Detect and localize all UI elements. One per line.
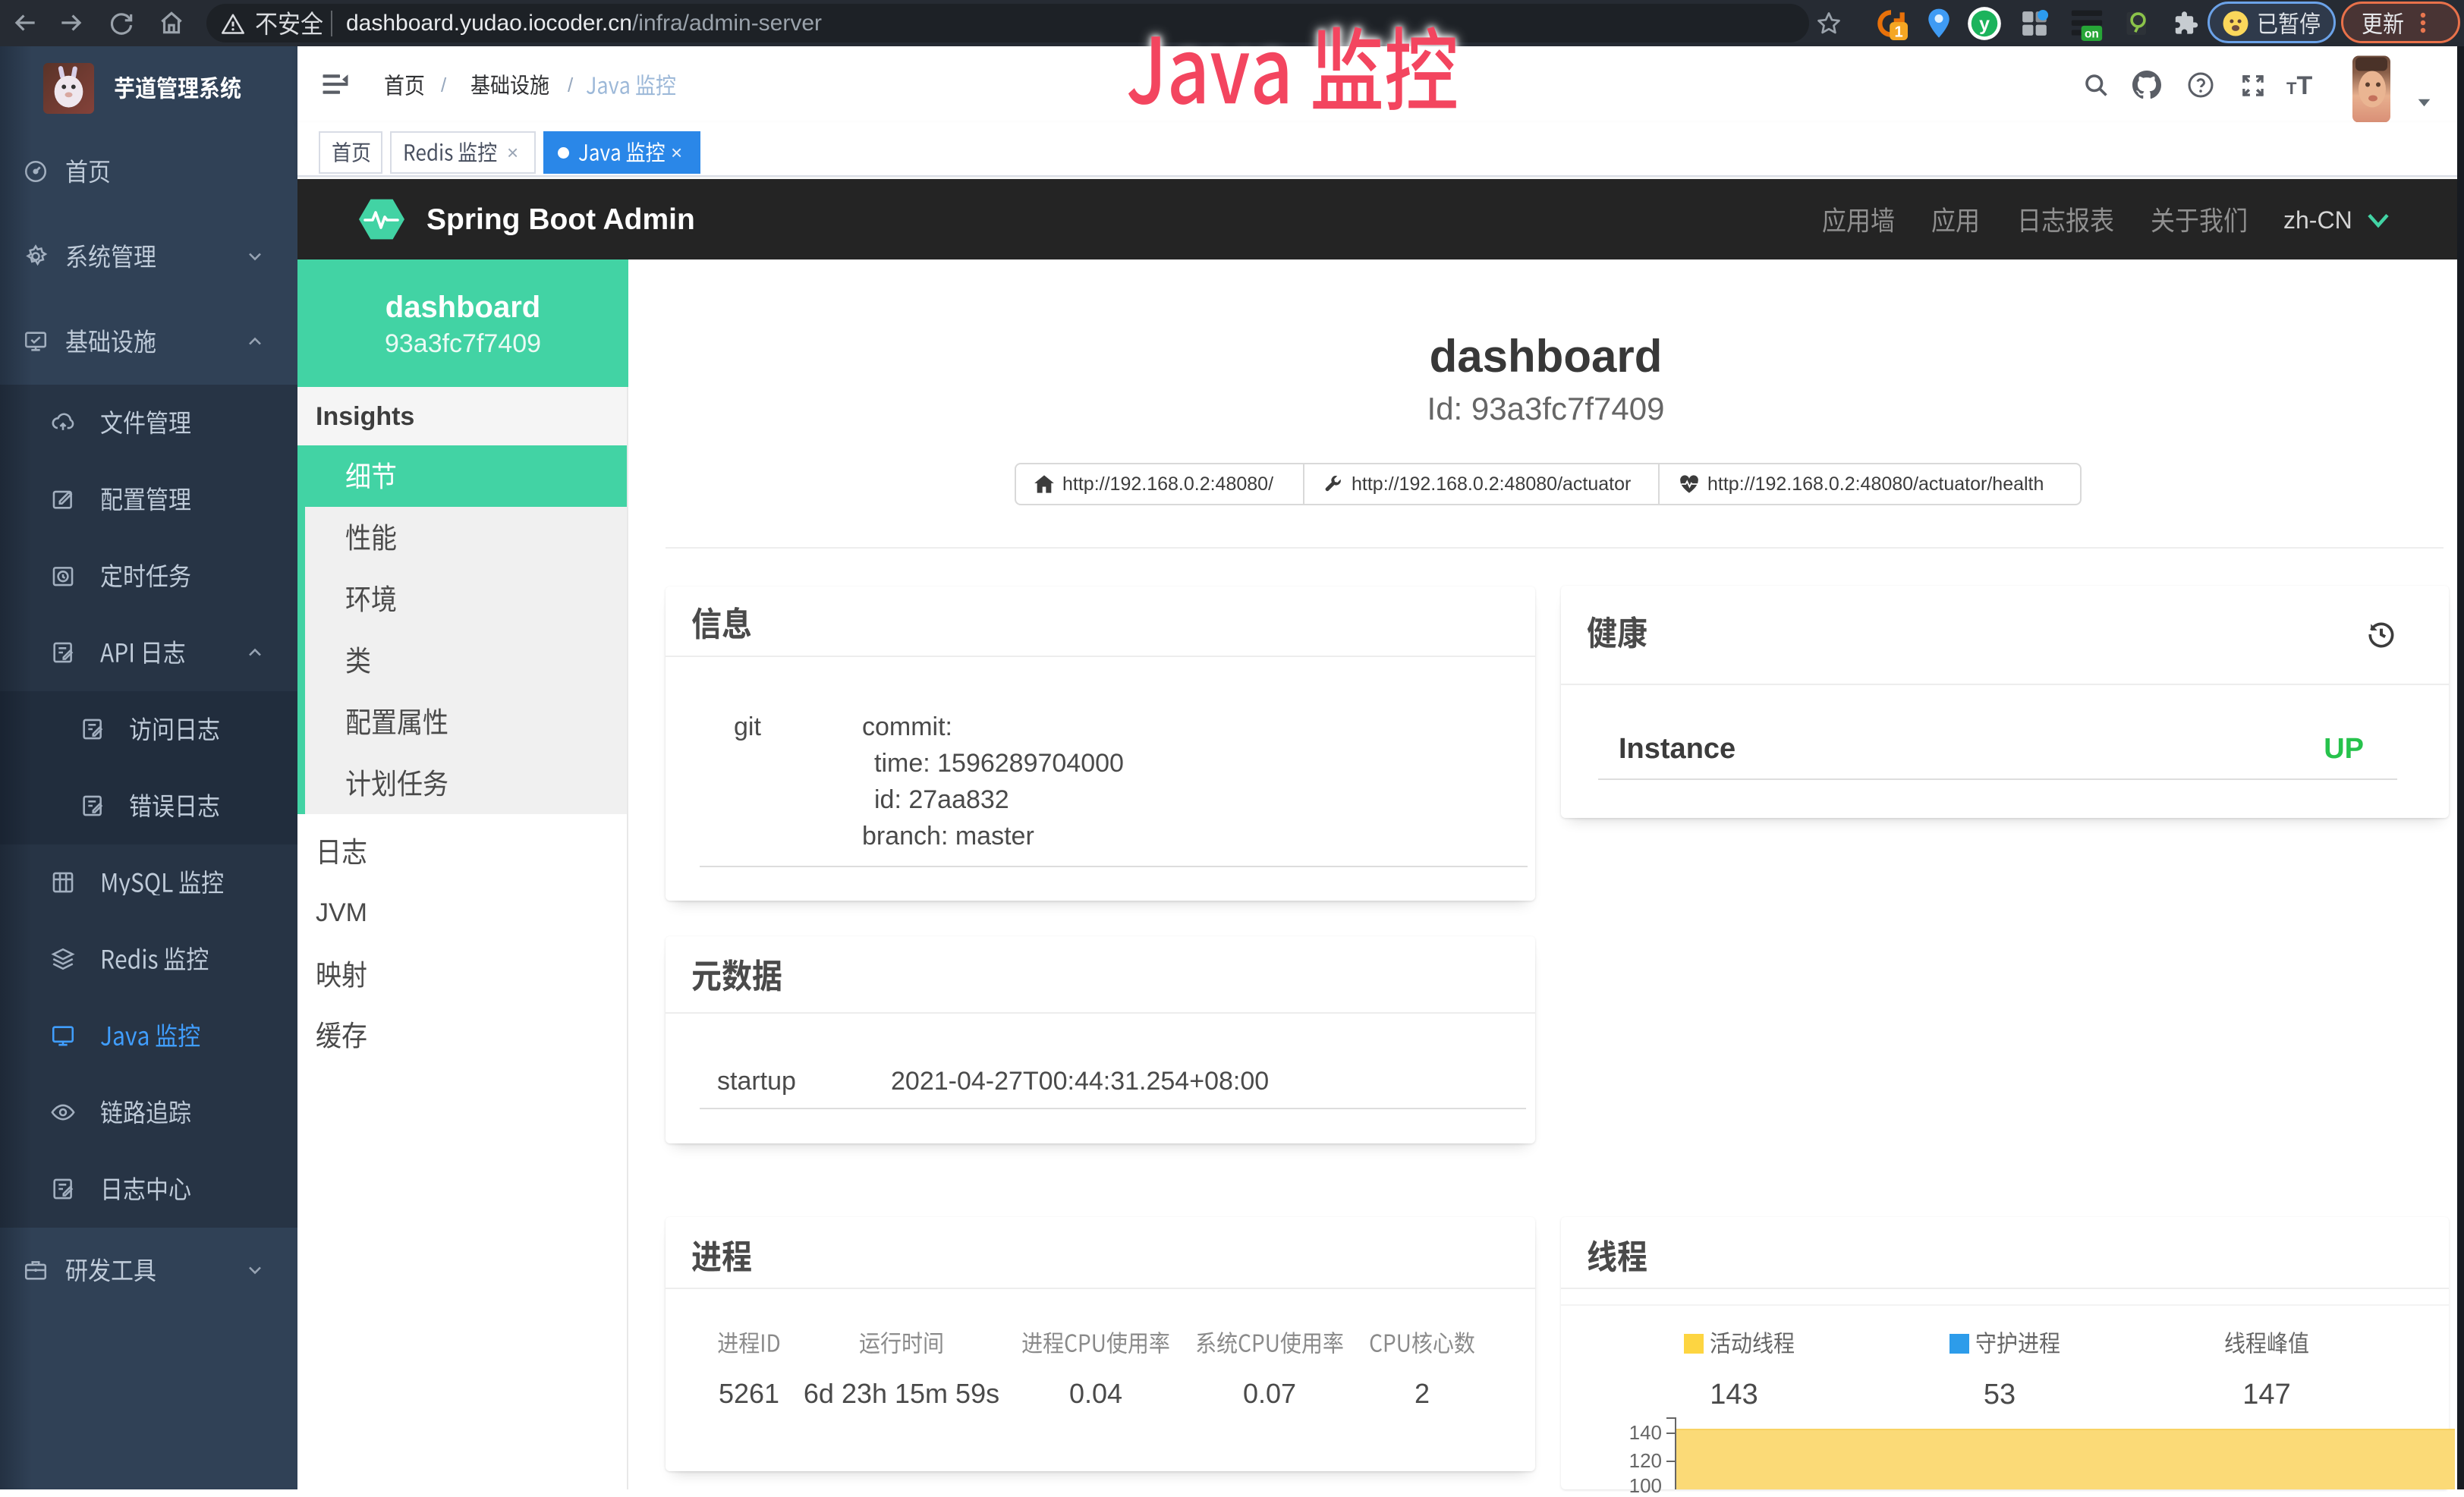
svg-text:y: y: [1979, 14, 1990, 35]
svg-text:1: 1: [1894, 24, 1902, 40]
svg-text:on: on: [2085, 28, 2099, 41]
